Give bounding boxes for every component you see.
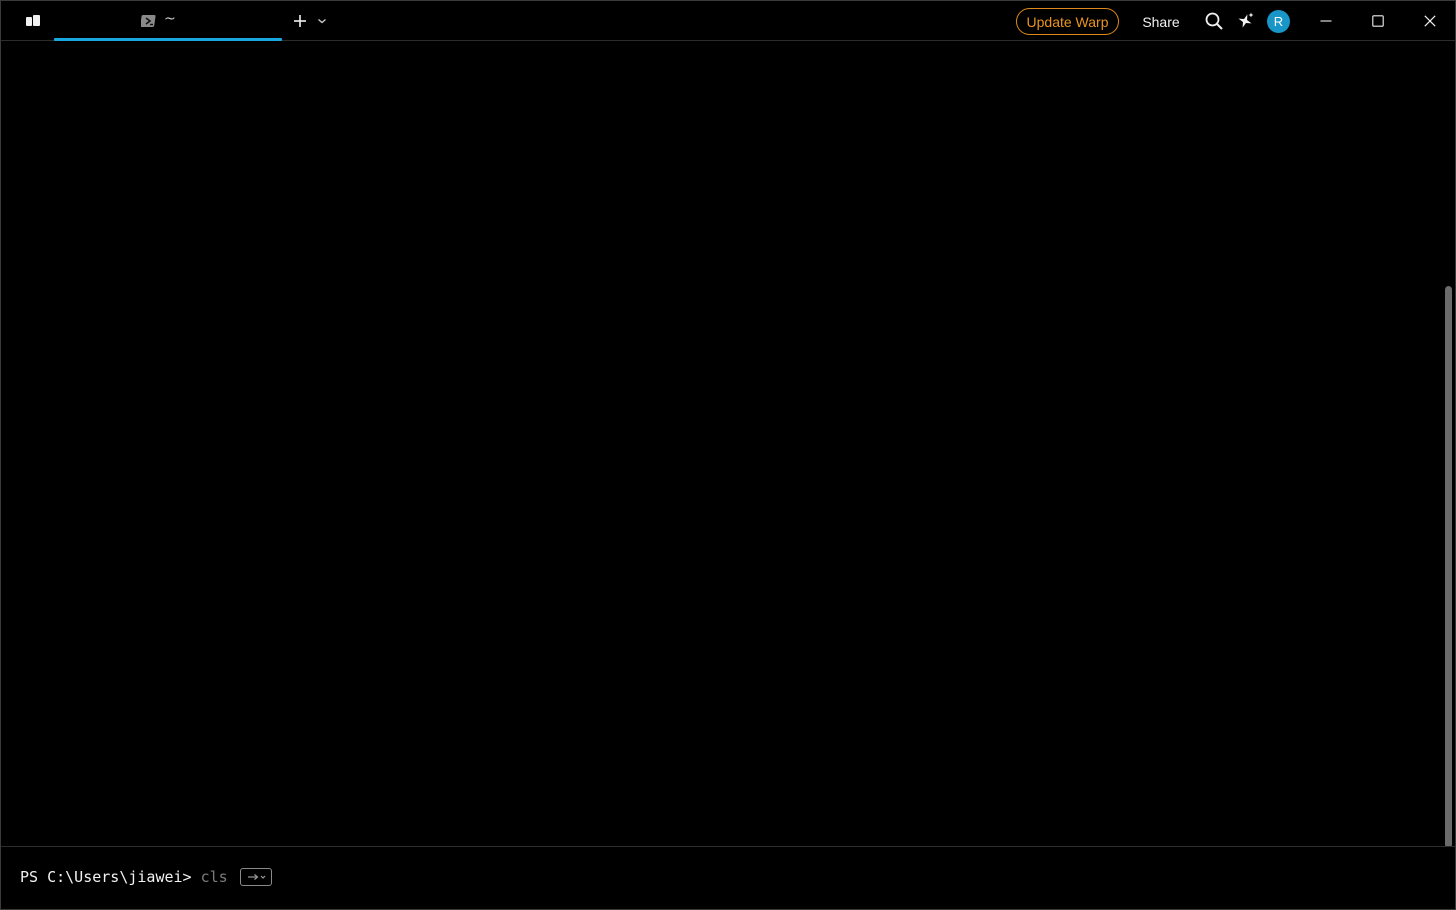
active-tab-indicator [54,38,282,41]
new-tab-menu-button[interactable] [315,14,329,28]
share-button[interactable]: Share [1136,8,1186,35]
update-warp-button[interactable]: Update Warp [1016,8,1119,35]
search-button[interactable] [1203,10,1225,32]
maximize-button[interactable] [1352,1,1404,41]
close-icon [1424,15,1436,27]
arrow-right-icon [247,874,266,880]
new-tab-button[interactable] [290,11,310,31]
ai-assistant-button[interactable] [1235,10,1257,32]
close-button[interactable] [1404,1,1456,41]
minimize-button[interactable] [1300,1,1352,41]
maximize-icon [1372,15,1384,27]
accept-suggestion-button[interactable] [239,868,272,886]
sparkle-icon [1238,12,1254,28]
chevron-down-icon [318,19,326,24]
command-input-area[interactable]: PS C:\Users\jiawei> cls [1,846,1455,909]
terminal-output-area[interactable] [1,42,1455,846]
prompt-line[interactable]: PS C:\Users\jiawei> cls [20,867,272,887]
plus-icon [294,15,306,27]
shell-prompt: PS C:\Users\jiawei> [20,868,192,886]
powershell-icon [141,15,156,27]
tabs-panel-toggle-button[interactable] [23,11,43,31]
title-bar: ~ Update Warp Share R [1,1,1455,41]
warp-window: ~ Update Warp Share R PS C:\Users\jiawei… [0,0,1456,910]
tabs-panel-icon [26,15,40,26]
tab-home[interactable]: ~ [54,1,282,41]
autosuggestion: cls [200,868,228,886]
minimize-icon [1320,20,1332,22]
user-avatar[interactable]: R [1267,10,1290,33]
scrollbar-thumb[interactable] [1445,286,1452,848]
search-icon [1205,12,1223,30]
tab-title: ~ [164,11,176,27]
